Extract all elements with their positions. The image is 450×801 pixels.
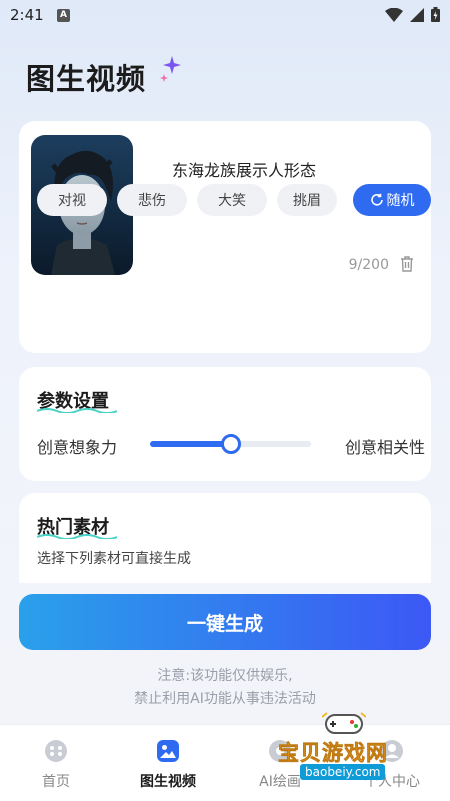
nav-home[interactable]: 首页 [0, 725, 112, 801]
chip-label: 挑眉 [293, 193, 321, 209]
app-notification-icon: A [57, 9, 70, 22]
status-bar: 2:41 A [0, 0, 450, 32]
status-time: 2:41 [10, 6, 44, 24]
trash-icon[interactable] [400, 256, 414, 272]
title-underline-decoration [37, 534, 117, 539]
char-count: 9/200 [348, 257, 389, 273]
chip-label: 悲伤 [138, 193, 166, 209]
prompt-card: 东海龙族展示人形态 9/200 [19, 121, 431, 353]
chip-random[interactable]: 随机 [353, 184, 431, 216]
chip-sad[interactable]: 悲伤 [117, 184, 187, 216]
params-card: 参数设置 创意想象力 创意相关性 [19, 367, 431, 481]
notice-line-2: 禁止利用AI功能从事违法活动 [134, 691, 316, 707]
refresh-icon [370, 193, 383, 206]
status-indicators [385, 7, 440, 22]
title-underline-decoration [37, 408, 117, 413]
watermark: 宝贝游戏网 baobeiy.com [270, 707, 430, 785]
sparkle-icon [160, 56, 181, 82]
chip-label: 随机 [386, 193, 415, 209]
chip-stare[interactable]: 对视 [37, 184, 107, 216]
slider-max-label: 创意相关性 [344, 438, 425, 457]
watermark-url: baobeiy.com [300, 764, 386, 780]
slider-thumb[interactable] [220, 434, 241, 454]
prompt-text[interactable]: 东海龙族展示人形态 [172, 157, 316, 181]
nav-label: 图生视频 [140, 774, 196, 790]
chip-label: 对视 [58, 193, 86, 209]
wifi-icon [385, 7, 403, 22]
signal-icon [410, 7, 424, 22]
slider-min-label: 创意想象力 [37, 438, 118, 457]
watermark-text: 宝贝游戏网 [278, 741, 388, 766]
chip-label: 大笑 [218, 193, 246, 209]
gamepad-icon [322, 712, 366, 734]
hot-materials-card: 热门素材 选择下列素材可直接生成 [19, 493, 431, 583]
creativity-slider[interactable] [150, 434, 311, 454]
hot-materials-subtitle: 选择下列素材可直接生成 [37, 551, 191, 567]
slider-fill [150, 441, 231, 447]
image-icon [157, 740, 179, 762]
home-dots-icon [45, 740, 67, 762]
nav-image-to-video[interactable]: 图生视频 [112, 725, 224, 801]
chip-raise-brow[interactable]: 挑眉 [277, 184, 337, 216]
battery-icon [431, 7, 440, 22]
chip-laugh[interactable]: 大笑 [197, 184, 267, 216]
notice-line-1: 注意:该功能仅供娱乐, [157, 668, 293, 684]
generate-button[interactable]: 一键生成 [19, 594, 431, 650]
page-title: 图生视频 [26, 62, 147, 96]
nav-label: 首页 [42, 774, 70, 790]
